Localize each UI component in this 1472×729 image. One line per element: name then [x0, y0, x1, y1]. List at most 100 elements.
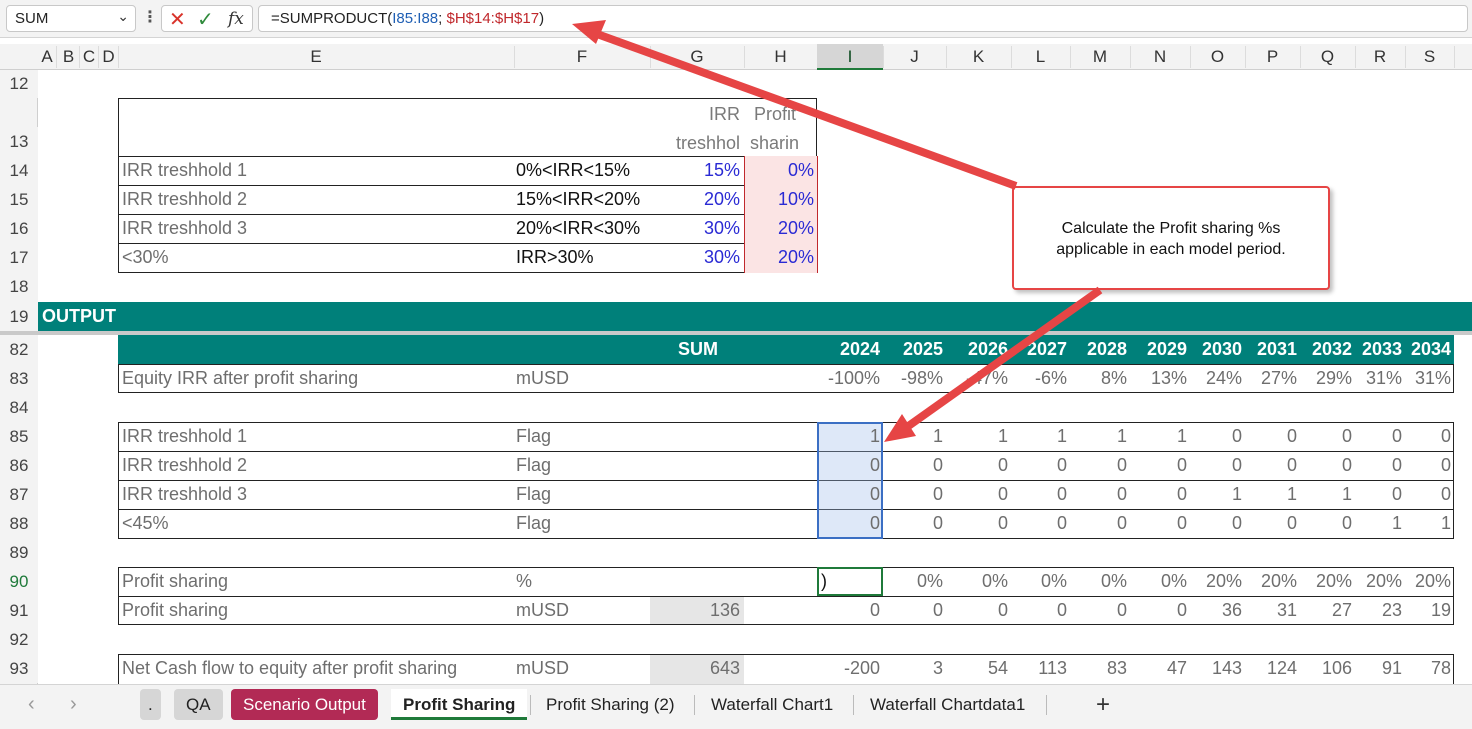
equity-irr-value[interactable]: 31%: [1355, 364, 1402, 393]
column-header-s[interactable]: S: [1405, 44, 1454, 70]
row-header-92[interactable]: 92: [0, 625, 38, 654]
row-header-89[interactable]: 89: [0, 538, 38, 567]
column-header-e[interactable]: E: [118, 44, 514, 70]
equity-irr-value[interactable]: -98%: [883, 364, 943, 393]
equity-irr-value[interactable]: 13%: [1130, 364, 1187, 393]
chevron-right-icon[interactable]: ›: [70, 693, 77, 716]
column-header-a[interactable]: A: [38, 44, 56, 70]
column-header-p[interactable]: P: [1245, 44, 1300, 70]
profit-share-value[interactable]: 20%: [744, 243, 814, 272]
net-cash-flow-value[interactable]: 47: [1130, 654, 1187, 683]
flag-row-value[interactable]: 1: [1355, 509, 1402, 538]
flag-row-value[interactable]: 0: [1300, 509, 1352, 538]
equity-irr-value[interactable]: 27%: [1245, 364, 1297, 393]
column-header-j[interactable]: J: [883, 44, 946, 70]
row-header-88[interactable]: 88: [0, 509, 38, 538]
column-header-q[interactable]: Q: [1300, 44, 1355, 70]
net-cash-flow-value[interactable]: 106: [1300, 654, 1352, 683]
row-header-18[interactable]: 18: [0, 272, 38, 302]
flag-row-value[interactable]: 0: [1300, 451, 1352, 480]
irr-threshold-value[interactable]: 15%: [650, 156, 740, 185]
profit-share-value[interactable]: 10%: [744, 185, 814, 214]
profit-share-value[interactable]: 0%: [744, 156, 814, 185]
flag-row-value[interactable]: 0: [1355, 480, 1402, 509]
close-icon[interactable]: ✕: [169, 7, 186, 32]
profit-sharing-musd-value[interactable]: 23: [1355, 596, 1402, 625]
flag-row-value[interactable]: 0: [1011, 509, 1067, 538]
flag-row-value[interactable]: 0: [1405, 480, 1451, 509]
profit-sharing-pct-value[interactable]: 0%: [1130, 567, 1187, 596]
tab-profit-sharing[interactable]: Profit Sharing: [391, 689, 528, 720]
check-icon[interactable]: ✓: [197, 7, 214, 32]
flag-row-value[interactable]: 0: [1130, 509, 1187, 538]
net-cash-flow-value[interactable]: 124: [1245, 654, 1297, 683]
column-header-n[interactable]: N: [1130, 44, 1190, 70]
chevron-down-icon[interactable]: ⌄: [117, 8, 129, 25]
column-header-h[interactable]: H: [744, 44, 817, 70]
flag-row-value[interactable]: 0: [1245, 451, 1297, 480]
row-header-87[interactable]: 87: [0, 480, 38, 509]
column-header-c[interactable]: C: [80, 44, 98, 70]
row-header-15[interactable]: 15: [0, 185, 38, 214]
flag-row-value[interactable]: 0: [883, 509, 943, 538]
flag-row-value[interactable]: 1: [1070, 422, 1127, 451]
chevron-left-icon[interactable]: ‹: [28, 693, 35, 716]
flag-row-value[interactable]: 0: [1405, 451, 1451, 480]
profit-sharing-pct-value[interactable]: 20%: [1355, 567, 1402, 596]
row-header-91[interactable]: 91: [0, 596, 38, 625]
row-header-84[interactable]: 84: [0, 393, 38, 422]
net-cash-flow-value[interactable]: 143: [1190, 654, 1242, 683]
profit-sharing-pct-value[interactable]: 0%: [946, 567, 1008, 596]
add-sheet-button[interactable]: +: [1096, 689, 1110, 720]
flag-row-value[interactable]: 1: [1011, 422, 1067, 451]
flag-row-value[interactable]: 0: [946, 480, 1008, 509]
column-header-d[interactable]: D: [99, 44, 118, 70]
row-header-93[interactable]: 93: [0, 654, 38, 683]
profit-sharing-musd-value[interactable]: 0: [817, 596, 880, 625]
flag-row-value[interactable]: 0: [1130, 451, 1187, 480]
net-cash-flow-value[interactable]: -200: [817, 654, 880, 683]
equity-irr-value[interactable]: 29%: [1300, 364, 1352, 393]
flag-row-value[interactable]: 1: [1245, 480, 1297, 509]
profit-sharing-pct-value[interactable]: 20%: [1245, 567, 1297, 596]
column-header-l[interactable]: L: [1011, 44, 1070, 70]
flag-row-value[interactable]: 1: [946, 422, 1008, 451]
column-header-g[interactable]: G: [650, 44, 744, 70]
net-cash-flow-value[interactable]: 83: [1070, 654, 1127, 683]
flag-row-value[interactable]: 0: [1070, 451, 1127, 480]
profit-sharing-musd-value[interactable]: 31: [1245, 596, 1297, 625]
flag-row-value[interactable]: 0: [1245, 422, 1297, 451]
equity-irr-value[interactable]: -6%: [1011, 364, 1067, 393]
profit-sharing-musd-value[interactable]: 0: [1130, 596, 1187, 625]
flag-row-value[interactable]: 0: [946, 451, 1008, 480]
flag-row-value[interactable]: 0: [1011, 451, 1067, 480]
irr-threshold-value[interactable]: 20%: [650, 185, 740, 214]
net-cash-flow-value[interactable]: 91: [1355, 654, 1402, 683]
tab-waterfall-chartdata1[interactable]: Waterfall Chartdata1: [858, 689, 1037, 720]
column-header-k[interactable]: K: [946, 44, 1011, 70]
row-header-82[interactable]: 82: [0, 335, 38, 364]
column-header-b[interactable]: B: [58, 44, 79, 70]
profit-sharing-musd-value[interactable]: 27: [1300, 596, 1352, 625]
flag-row-value[interactable]: 0: [883, 451, 943, 480]
tab-scenario-output[interactable]: Scenario Output: [231, 689, 378, 720]
flag-row-value[interactable]: 0: [1070, 480, 1127, 509]
row-header-83[interactable]: 83: [0, 364, 38, 393]
flag-row-value[interactable]: 0: [1130, 480, 1187, 509]
name-box[interactable]: SUM ⌄: [6, 5, 136, 32]
tab-profit-sharing-2[interactable]: Profit Sharing (2): [534, 689, 687, 720]
net-cash-flow-value[interactable]: 54: [946, 654, 1008, 683]
flag-row-value[interactable]: 0: [1245, 509, 1297, 538]
flag-row-value[interactable]: 0: [817, 451, 880, 480]
net-cash-flow-value[interactable]: 78: [1405, 654, 1451, 683]
fx-icon[interactable]: fx: [228, 9, 244, 29]
flag-row-value[interactable]: 0: [1190, 451, 1242, 480]
row-header-14[interactable]: 14: [0, 156, 38, 185]
equity-irr-value[interactable]: 31%: [1405, 364, 1451, 393]
flag-row-value[interactable]: 0: [946, 509, 1008, 538]
row-header-16[interactable]: 16: [0, 214, 38, 243]
flag-row-value[interactable]: 0: [1190, 422, 1242, 451]
tab-qa[interactable]: QA: [174, 689, 223, 720]
column-header-r[interactable]: R: [1355, 44, 1405, 70]
profit-sharing-pct-value[interactable]: 20%: [1300, 567, 1352, 596]
